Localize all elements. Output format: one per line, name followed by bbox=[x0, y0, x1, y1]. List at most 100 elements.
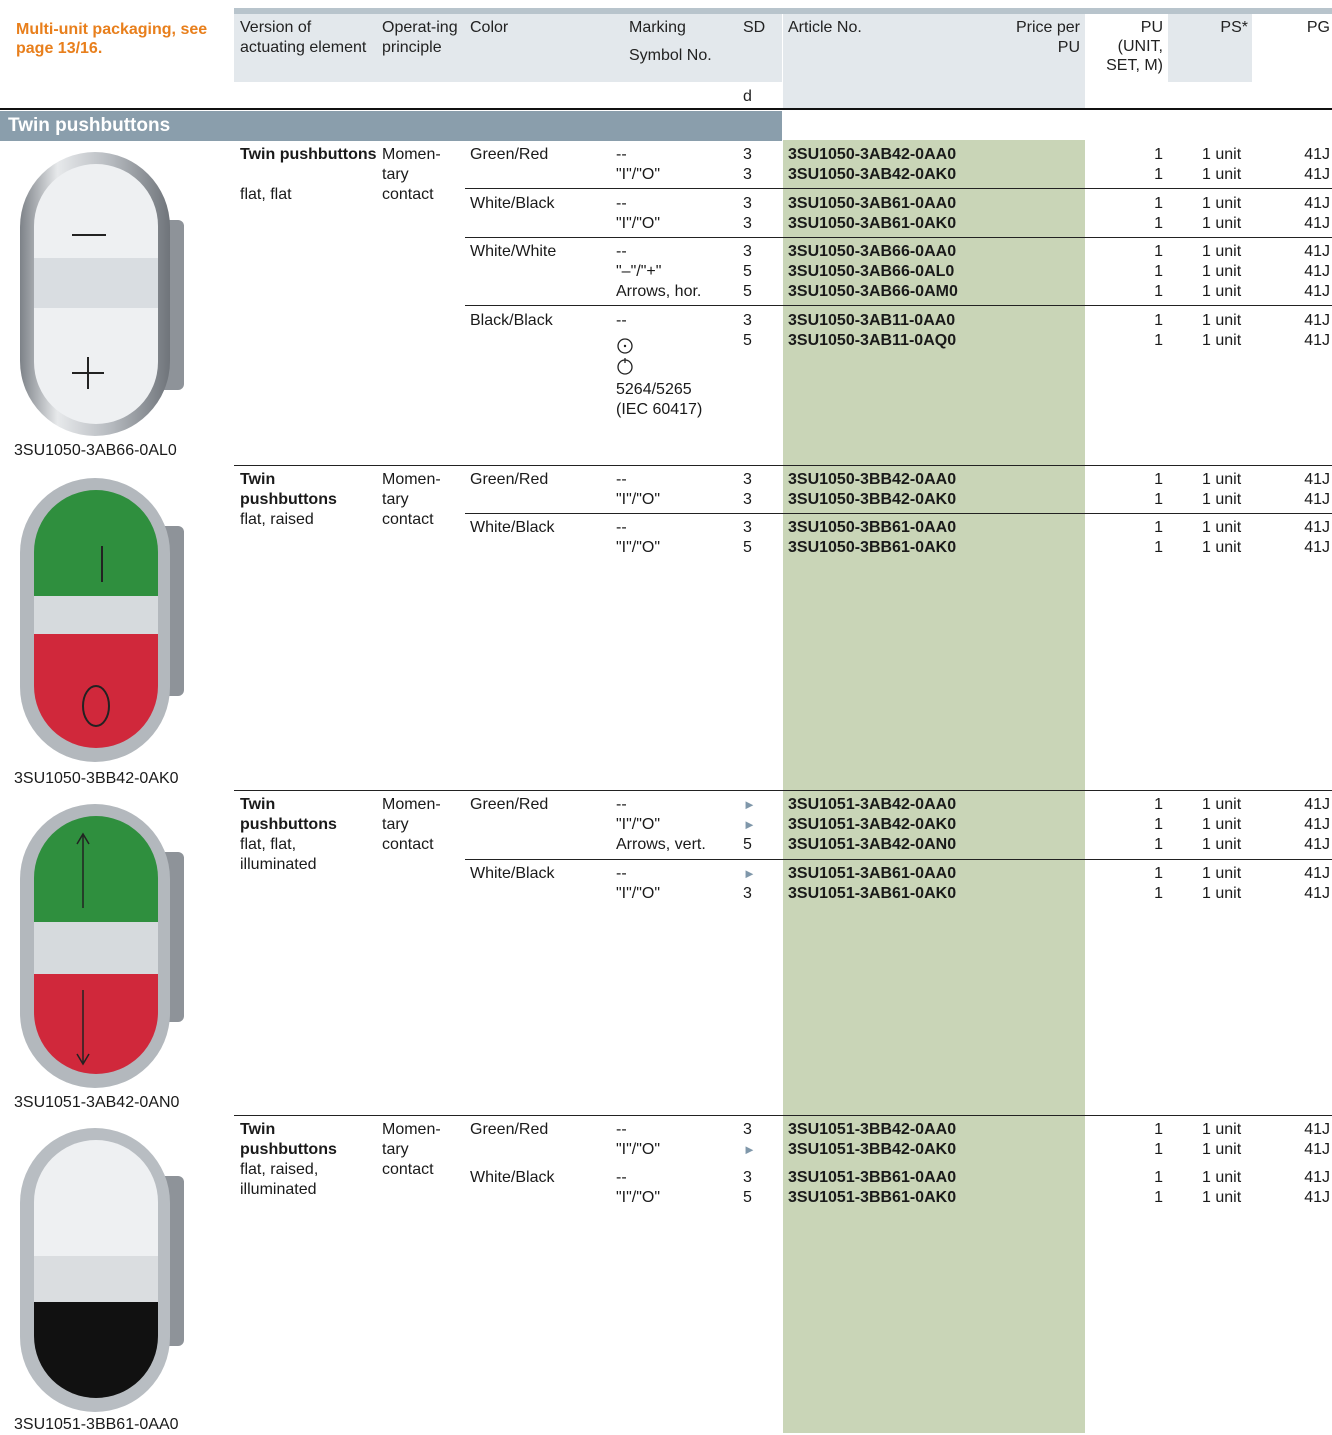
marking-cell: -- bbox=[616, 865, 627, 882]
ps-cell: 1 unit bbox=[1202, 519, 1242, 536]
sd-cell: 3 bbox=[743, 312, 752, 329]
pg-cell: 41J bbox=[1304, 312, 1330, 329]
ps-cell: 1 unit bbox=[1202, 195, 1242, 212]
pg-cell: 41J bbox=[1304, 1189, 1330, 1206]
section-title: Twin pushbuttons bbox=[0, 111, 782, 141]
pg-cell: 41J bbox=[1304, 836, 1330, 853]
marking-cell: "I"/"O" bbox=[616, 885, 661, 902]
pg-cell: 41J bbox=[1304, 263, 1330, 280]
color-cell: Black/Black bbox=[470, 312, 553, 329]
article-number[interactable]: 3SU1050-3BB42-0AK0 bbox=[788, 490, 956, 510]
article-number[interactable]: 3SU1050-3AB42-0AK0 bbox=[788, 165, 956, 185]
article-number[interactable]: 3SU1050-3AB66-0AA0 bbox=[788, 242, 956, 262]
sd-cell: 5 bbox=[743, 332, 752, 349]
article-number[interactable]: 3SU1051-3AB61-0AA0 bbox=[788, 864, 956, 884]
header-color: Color bbox=[470, 19, 509, 36]
marking-cell: (IEC 60417) bbox=[616, 401, 703, 418]
button-caption: 3SU1051-3AB42-0AN0 bbox=[14, 1094, 180, 1111]
ps-cell: 1 unit bbox=[1202, 1121, 1242, 1138]
sd-cell: 3 bbox=[743, 519, 752, 536]
header-sd: SD bbox=[743, 19, 766, 36]
marking-cell: "I"/"O" bbox=[616, 215, 661, 232]
group-separator bbox=[234, 790, 1332, 791]
version-rest: flat, flat, illuminated bbox=[240, 836, 317, 873]
marking-cell: -- bbox=[616, 195, 627, 212]
pg-cell: 41J bbox=[1304, 539, 1330, 556]
marking-cell: "I"/"O" bbox=[616, 539, 661, 556]
ps-cell: 1 unit bbox=[1202, 166, 1242, 183]
article-number[interactable]: 3SU1050-3AB61-0AA0 bbox=[788, 194, 956, 214]
button-caption: 3SU1050-3BB42-0AK0 bbox=[14, 770, 179, 787]
ps-cell: 1 unit bbox=[1202, 283, 1242, 300]
article-number[interactable]: 3SU1050-3AB42-0AA0 bbox=[788, 145, 956, 165]
header-ps: PS* bbox=[1220, 19, 1248, 36]
sd-cell: 3 bbox=[743, 166, 752, 183]
pg-cell: 41J bbox=[1304, 1169, 1330, 1186]
ps-cell: 1 unit bbox=[1202, 885, 1242, 902]
sd-cell: 3 bbox=[743, 491, 752, 508]
article-number[interactable]: 3SU1051-3BB42-0AK0 bbox=[788, 1140, 956, 1160]
marking-cell: Arrows, hor. bbox=[616, 283, 702, 300]
pu-cell: 1 bbox=[1154, 519, 1163, 536]
pg-cell: 41J bbox=[1304, 885, 1330, 902]
header-price: Price per PU bbox=[1015, 19, 1080, 56]
sd-arrow-icon: ► bbox=[743, 817, 756, 832]
ps-cell: 1 unit bbox=[1202, 491, 1242, 508]
principle: Momen-tary contact bbox=[382, 471, 441, 528]
article-number[interactable]: 3SU1050-3BB42-0AA0 bbox=[788, 470, 956, 490]
article-number[interactable]: 3SU1050-3AB11-0AQ0 bbox=[788, 331, 956, 351]
article-number[interactable]: 3SU1050-3AB66-0AM0 bbox=[788, 282, 958, 302]
sd-cell: 3 bbox=[743, 146, 752, 163]
marking-cell: -- bbox=[616, 1121, 627, 1138]
article-number[interactable]: 3SU1050-3AB61-0AK0 bbox=[788, 214, 956, 234]
pu-cell: 1 bbox=[1154, 1121, 1163, 1138]
marking-cell: Arrows, vert. bbox=[616, 836, 706, 853]
sd-cell: 3 bbox=[743, 1121, 752, 1138]
sd-cell: 5 bbox=[743, 836, 752, 853]
article-number[interactable]: 3SU1051-3BB42-0AA0 bbox=[788, 1120, 956, 1140]
article-number[interactable]: 3SU1051-3AB61-0AK0 bbox=[788, 884, 956, 904]
article-number[interactable]: 3SU1050-3BB61-0AA0 bbox=[788, 518, 956, 538]
article-number[interactable]: 3SU1051-3BB61-0AA0 bbox=[788, 1168, 956, 1188]
pu-cell: 1 bbox=[1154, 332, 1163, 349]
article-number[interactable]: 3SU1051-3AB42-0AN0 bbox=[788, 835, 956, 855]
color-cell: White/Black bbox=[470, 1169, 555, 1186]
ps-cell: 1 unit bbox=[1202, 865, 1242, 882]
group-separator bbox=[234, 1115, 1332, 1116]
group-separator bbox=[234, 465, 1332, 466]
pg-cell: 41J bbox=[1304, 519, 1330, 536]
ps-cell: 1 unit bbox=[1202, 215, 1242, 232]
article-number[interactable]: 3SU1051-3BB61-0AK0 bbox=[788, 1188, 956, 1208]
version-rest: flat, raised bbox=[240, 511, 314, 528]
article-number[interactable]: 3SU1051-3AB42-0AA0 bbox=[788, 795, 956, 815]
ps-cell: 1 unit bbox=[1202, 539, 1242, 556]
ps-cell: 1 unit bbox=[1202, 1189, 1242, 1206]
principle: Momen-tary contact bbox=[382, 146, 441, 203]
color-cell: White/Black bbox=[470, 519, 555, 536]
pu-cell: 1 bbox=[1154, 195, 1163, 212]
version-rest: flat, flat bbox=[240, 186, 292, 203]
marking-cell: -- bbox=[616, 519, 627, 536]
principle: Momen-tary contact bbox=[382, 1121, 441, 1178]
principle: Momen-tary contact bbox=[382, 796, 441, 853]
marking-cell: "–"/"+" bbox=[616, 263, 662, 280]
pu-cell: 1 bbox=[1154, 283, 1163, 300]
multi-unit-note[interactable]: Multi-unit packaging, see page 13/16. bbox=[16, 20, 221, 58]
article-number[interactable]: 3SU1050-3AB66-0AL0 bbox=[788, 262, 954, 282]
pu-cell: 1 bbox=[1154, 491, 1163, 508]
color-cell: White/Black bbox=[470, 195, 555, 212]
button-caption: 3SU1050-3AB66-0AL0 bbox=[14, 442, 177, 459]
row-separator bbox=[465, 859, 1332, 860]
article-number[interactable]: 3SU1050-3AB11-0AA0 bbox=[788, 311, 955, 331]
marking-cell: 5264/5265 bbox=[616, 381, 692, 398]
pu-cell: 1 bbox=[1154, 885, 1163, 902]
article-number[interactable]: 3SU1051-3AB42-0AK0 bbox=[788, 815, 956, 835]
ps-cell: 1 unit bbox=[1202, 836, 1242, 853]
header-marking: Marking Symbol No. bbox=[629, 19, 712, 64]
article-number[interactable]: 3SU1050-3BB61-0AK0 bbox=[788, 538, 956, 558]
marking-cell: "I"/"O" bbox=[616, 816, 661, 833]
pu-cell: 1 bbox=[1154, 243, 1163, 260]
marking-cell: -- bbox=[616, 312, 627, 329]
header-article: Article No. bbox=[788, 19, 862, 36]
header-pg: PG bbox=[1306, 19, 1330, 36]
